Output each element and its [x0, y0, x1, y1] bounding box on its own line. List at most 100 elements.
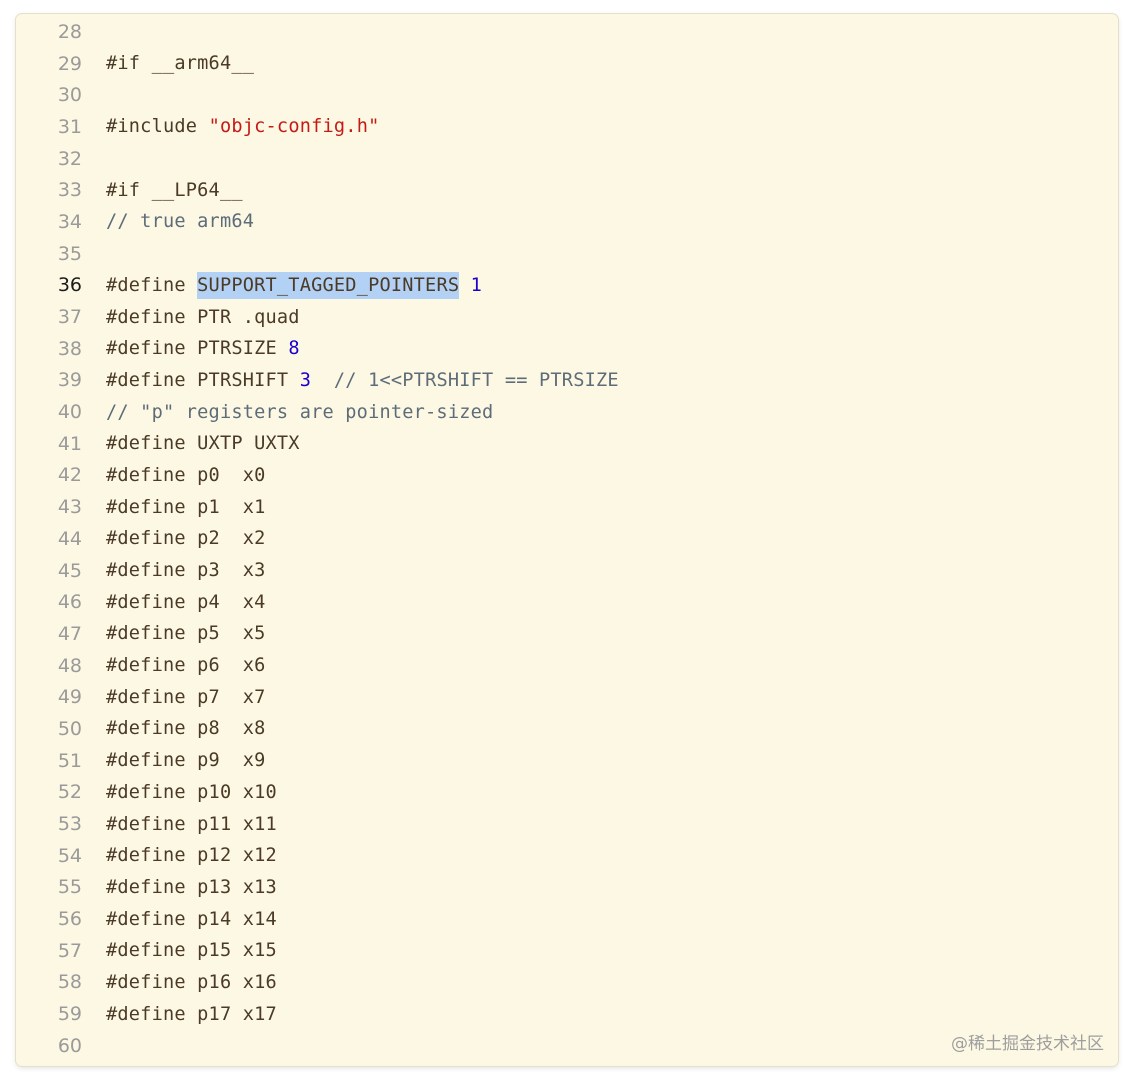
- code-text[interactable]: #define PTR .quad: [106, 307, 300, 328]
- code-line[interactable]: 40 // "p" registers are pointer-sized: [16, 396, 1118, 428]
- code-line[interactable]: 38 #define PTRSIZE 8: [16, 333, 1118, 365]
- code-text[interactable]: #define p16 x16: [106, 972, 277, 993]
- line-number: 29: [57, 52, 82, 75]
- line-number: 39: [57, 369, 82, 392]
- line-number: 34: [57, 210, 82, 233]
- code-text[interactable]: #define p5 x5: [106, 623, 266, 644]
- code-token: #define p14 x14: [106, 908, 277, 930]
- code-token: #define p8 x8: [106, 718, 266, 740]
- code-token: #define p13 x13: [106, 876, 277, 898]
- code-line[interactable]: 51 #define p9 x9: [16, 745, 1118, 777]
- code-text[interactable]: #define p14 x14: [106, 909, 277, 930]
- code-token: #define p9 x9: [106, 750, 266, 772]
- line-number: 52: [57, 781, 82, 804]
- code-text[interactable]: #define p13 x13: [106, 877, 277, 898]
- code-token: 3: [299, 369, 312, 391]
- line-number: 58: [57, 971, 82, 994]
- code-line[interactable]: 33 #if __LP64__: [16, 174, 1118, 206]
- code-text[interactable]: // true arm64: [106, 211, 254, 232]
- code-line[interactable]: 47 #define p5 x5: [16, 618, 1118, 650]
- code-line[interactable]: 32: [16, 143, 1118, 175]
- code-token: #define p17 x17: [106, 1003, 277, 1025]
- code-line[interactable]: 56 #define p14 x14: [16, 903, 1118, 935]
- code-line[interactable]: 42 #define p0 x0: [16, 460, 1118, 492]
- line-number: 40: [57, 401, 82, 424]
- line-number: 55: [57, 876, 82, 899]
- code-text[interactable]: #define PTRSHIFT 3 // 1<<PTRSHIFT == PTR…: [106, 370, 619, 391]
- code-text[interactable]: #define p8 x8: [106, 718, 266, 739]
- code-token: #define p16 x16: [106, 971, 277, 993]
- code-token: // 1<<PTRSHIFT == PTRSIZE: [311, 369, 619, 391]
- code-line[interactable]: 36 #define SUPPORT_TAGGED_POINTERS 1: [16, 270, 1118, 302]
- code-token: #define p2 x2: [106, 528, 266, 550]
- line-number: 57: [57, 939, 82, 962]
- code-line[interactable]: 41 #define UXTP UXTX: [16, 428, 1118, 460]
- code-token: #if __arm64__: [106, 53, 255, 75]
- code-line[interactable]: 46 #define p4 x4: [16, 586, 1118, 618]
- code-lines[interactable]: 28 29 #if __arm64__ 30 31 #include "objc-conf…: [16, 16, 1118, 1062]
- code-text[interactable]: #define UXTP UXTX: [106, 433, 300, 454]
- code-text[interactable]: #define p10 x10: [106, 782, 277, 803]
- code-line[interactable]: 44 #define p2 x2: [16, 523, 1118, 555]
- line-number: 46: [57, 591, 82, 614]
- code-text[interactable]: #define p4 x4: [106, 592, 266, 613]
- code-line[interactable]: 35: [16, 238, 1118, 270]
- code-text[interactable]: #define p1 x1: [106, 497, 266, 518]
- code-line[interactable]: 34 // true arm64: [16, 206, 1118, 238]
- code-text[interactable]: #define p17 x17: [106, 1004, 277, 1025]
- line-number: 35: [57, 242, 82, 265]
- watermark: @稀土掘金技术社区: [951, 1034, 1104, 1054]
- code-token: #define p5 x5: [106, 623, 266, 645]
- code-line[interactable]: 54 #define p12 x12: [16, 840, 1118, 872]
- code-token: #define p15 x15: [106, 940, 277, 962]
- code-text[interactable]: #define p3 x3: [106, 560, 266, 581]
- code-token: #define p7 x7: [106, 686, 266, 708]
- code-line[interactable]: 49 #define p7 x7: [16, 681, 1118, 713]
- code-line[interactable]: 59 #define p17 x17: [16, 998, 1118, 1030]
- code-line[interactable]: 55 #define p13 x13: [16, 872, 1118, 904]
- code-line[interactable]: 37 #define PTR .quad: [16, 301, 1118, 333]
- code-line[interactable]: 57 #define p15 x15: [16, 935, 1118, 967]
- line-number: 56: [57, 908, 82, 931]
- code-line[interactable]: 43 #define p1 x1: [16, 491, 1118, 523]
- line-number: 41: [57, 432, 82, 455]
- code-line[interactable]: 31 #include "objc-config.h": [16, 111, 1118, 143]
- code-token: // true arm64: [106, 211, 255, 233]
- code-text[interactable]: #if __LP64__: [106, 180, 243, 201]
- line-number: 37: [57, 306, 82, 329]
- line-number: 53: [57, 813, 82, 836]
- code-line[interactable]: 39 #define PTRSHIFT 3 // 1<<PTRSHIFT == P…: [16, 365, 1118, 397]
- code-text[interactable]: #define p2 x2: [106, 528, 266, 549]
- code-text[interactable]: #define p6 x6: [106, 655, 266, 676]
- code-text[interactable]: #define p0 x0: [106, 465, 266, 486]
- code-token: #if __LP64__: [106, 179, 243, 201]
- code-text[interactable]: #include "objc-config.h": [106, 116, 379, 137]
- code-line[interactable]: 52 #define p10 x10: [16, 777, 1118, 809]
- code-text[interactable]: #define p15 x15: [106, 940, 277, 961]
- code-token: #define p10 x10: [106, 781, 277, 803]
- line-number: 47: [57, 622, 82, 645]
- code-text[interactable]: #define p7 x7: [106, 687, 266, 708]
- code-line[interactable]: 29 #if __arm64__: [16, 48, 1118, 80]
- code-text[interactable]: #define p12 x12: [106, 845, 277, 866]
- code-token: #define p6 x6: [106, 655, 266, 677]
- line-number: 30: [57, 84, 82, 107]
- code-text[interactable]: // "p" registers are pointer-sized: [106, 402, 493, 423]
- code-line[interactable]: 53 #define p11 x11: [16, 808, 1118, 840]
- code-text[interactable]: #define PTRSIZE 8: [106, 338, 300, 359]
- code-line[interactable]: 48 #define p6 x6: [16, 650, 1118, 682]
- code-line[interactable]: 58 #define p16 x16: [16, 967, 1118, 999]
- line-number: 32: [57, 147, 82, 170]
- code-line[interactable]: 28: [16, 16, 1118, 48]
- code-text[interactable]: #if __arm64__: [106, 53, 254, 74]
- code-line[interactable]: 30: [16, 79, 1118, 111]
- code-editor[interactable]: 28 29 #if __arm64__ 30 31 #include "objc-conf…: [16, 14, 1118, 1066]
- code-text[interactable]: #define p9 x9: [106, 750, 266, 771]
- code-token: #define p3 x3: [106, 560, 266, 582]
- code-line[interactable]: 50 #define p8 x8: [16, 713, 1118, 745]
- code-text[interactable]: #define p11 x11: [106, 814, 277, 835]
- code-token: #define: [106, 274, 198, 296]
- line-number: 48: [57, 654, 82, 677]
- code-text[interactable]: #define SUPPORT_TAGGED_POINTERS 1: [106, 271, 482, 299]
- code-line[interactable]: 45 #define p3 x3: [16, 555, 1118, 587]
